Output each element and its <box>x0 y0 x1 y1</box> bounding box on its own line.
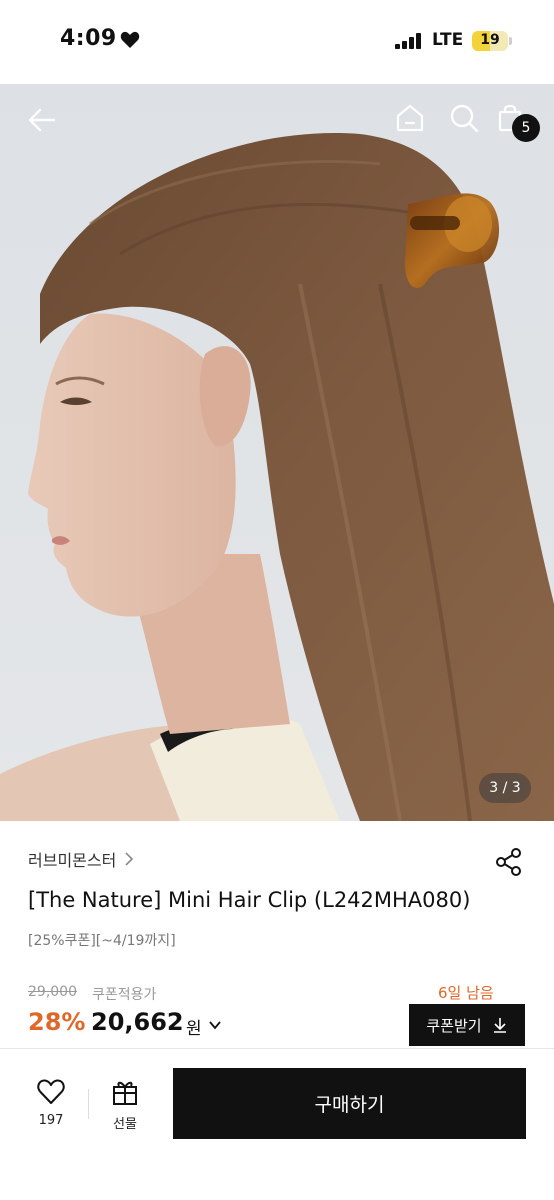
battery-indicator: 19 <box>472 31 508 51</box>
network-type: LTE <box>432 30 464 50</box>
status-time: 4:09 <box>60 26 117 51</box>
get-coupon-button[interactable]: 쿠폰받기 <box>409 1004 525 1046</box>
product-image[interactable]: 5 3 / 3 <box>0 84 554 821</box>
discount-rate: 28% <box>28 1008 86 1036</box>
original-price: 29,000 <box>28 984 77 1000</box>
currency-label: 원 <box>186 1019 202 1039</box>
coupon-note: [25%쿠폰][~4/19까지] <box>28 933 176 949</box>
status-bar: 4:09 LTE 19 <box>0 0 554 84</box>
cart-count-badge: 5 <box>512 114 540 142</box>
get-coupon-label: 쿠폰받기 <box>426 1016 482 1035</box>
download-icon <box>493 1018 506 1033</box>
search-icon[interactable] <box>448 102 480 134</box>
heart-icon <box>37 1079 65 1104</box>
gift-label: 선물 <box>113 1117 137 1132</box>
home-icon[interactable] <box>394 102 426 134</box>
signal-icon <box>395 33 421 49</box>
like-button[interactable]: 197 <box>30 1079 72 1128</box>
product-title: [The Nature] Mini Hair Clip (L242MHA080) <box>28 888 471 912</box>
brand-name: 러브미몬스터 <box>28 851 117 870</box>
share-icon[interactable] <box>494 847 524 877</box>
divider <box>88 1089 89 1119</box>
buy-button[interactable]: 구매하기 <box>173 1068 526 1139</box>
sale-price: 20,662 <box>91 1008 184 1036</box>
product-photo <box>0 84 554 821</box>
image-counter: 3 / 3 <box>479 773 531 803</box>
brand-link[interactable]: 러브미몬스터 <box>28 846 136 872</box>
battery-level: 19 <box>480 32 500 48</box>
battery-tip <box>509 37 512 45</box>
days-left: 6일 남음 <box>438 984 494 1002</box>
chevron-right-icon <box>125 852 134 866</box>
gift-button[interactable]: 선물 <box>104 1079 146 1132</box>
back-arrow-icon[interactable] <box>26 104 58 136</box>
bottom-action-bar: 197 선물 구매하기 <box>0 1048 554 1200</box>
gift-icon <box>113 1081 137 1105</box>
price-note: 쿠폰적용가 <box>92 987 157 1003</box>
chevron-down-icon[interactable] <box>208 1018 222 1032</box>
like-count: 197 <box>38 1113 64 1128</box>
heart-icon <box>120 31 140 48</box>
